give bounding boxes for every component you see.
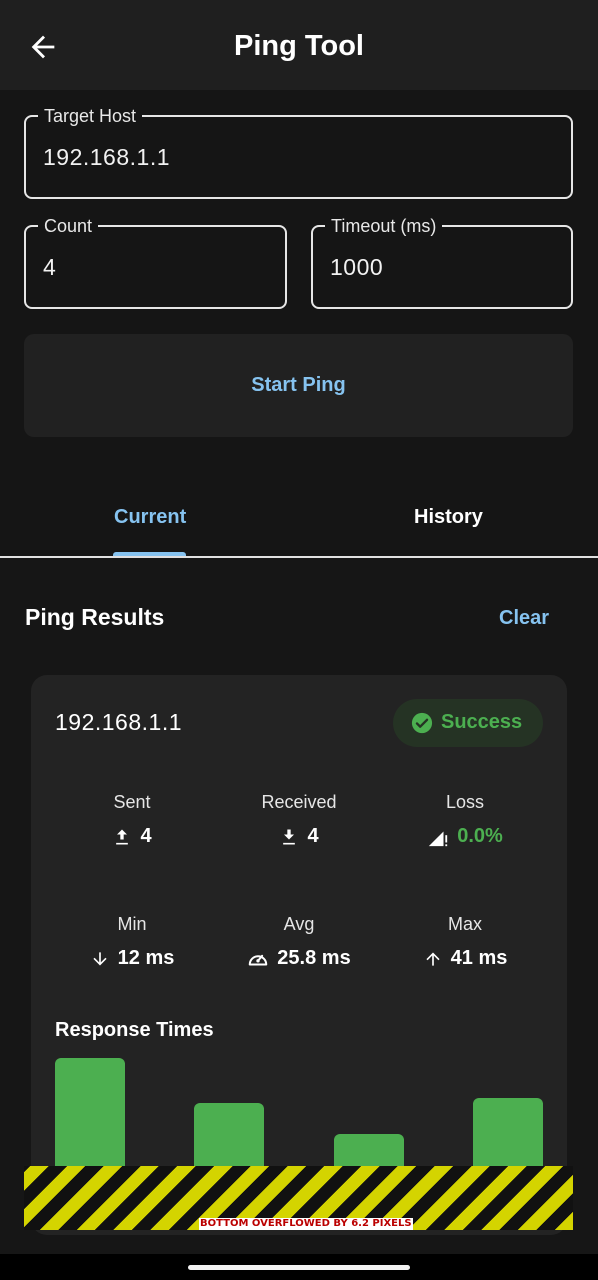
result-card: 192.168.1.1 Success Sent 4 Received 4 Lo…	[31, 675, 567, 1235]
results-title: Ping Results	[25, 604, 165, 630]
arrow-up-icon	[426, 952, 440, 966]
stat-loss: Loss 0.0%	[385, 792, 545, 848]
count-value[interactable]: 4	[43, 227, 56, 307]
start-ping-button[interactable]: Start Ping	[24, 334, 573, 437]
response-bar	[473, 1098, 543, 1166]
response-bar	[55, 1058, 125, 1166]
check-circle-icon	[411, 712, 433, 734]
tab-bar: Current History	[0, 484, 598, 558]
overflow-warning-text: BOTTOM OVERFLOWED BY 6.2 PIXELS	[199, 1218, 413, 1230]
page-title: Ping Tool	[234, 30, 364, 62]
tab-current[interactable]: Current	[114, 506, 186, 529]
response-bar	[334, 1134, 404, 1166]
status-text: Success	[441, 711, 523, 733]
home-indicator[interactable]	[188, 1265, 410, 1270]
stat-avg-value: 25.8 ms	[277, 947, 351, 969]
stat-max-label: Max	[447, 914, 482, 934]
speedometer-icon	[249, 954, 268, 966]
stat-loss-label: Loss	[445, 792, 485, 812]
stat-sent: Sent 4	[52, 792, 212, 848]
stat-sent-label: Sent	[113, 792, 151, 812]
stat-min: Min 12 ms	[52, 914, 212, 970]
clear-button[interactable]: Clear	[499, 607, 549, 630]
stat-avg-label: Avg	[283, 914, 315, 934]
arrow-down-icon	[93, 951, 107, 965]
upload-icon	[116, 829, 129, 844]
stat-max: Max 41 ms	[385, 914, 545, 970]
timeout-value[interactable]: 1000	[330, 227, 383, 307]
stat-received-label: Received	[261, 792, 337, 812]
stat-received-value: 4	[307, 825, 319, 847]
target-host-field[interactable]: Target Host 192.168.1.1	[24, 104, 573, 199]
count-field[interactable]: Count 4	[24, 214, 287, 309]
timeout-field[interactable]: Timeout (ms) 1000	[311, 214, 573, 309]
signal-alert-icon	[429, 831, 448, 846]
app-bar: Ping Tool	[0, 0, 598, 90]
stat-min-value: 12 ms	[117, 947, 175, 969]
stat-received: Received 4	[219, 792, 379, 848]
response-bar	[194, 1103, 264, 1166]
target-host-value[interactable]: 192.168.1.1	[43, 117, 170, 197]
stat-min-label: Min	[117, 914, 147, 934]
status-badge: Success	[393, 699, 543, 747]
result-host: 192.168.1.1	[55, 709, 183, 735]
tab-history[interactable]: History	[414, 506, 483, 529]
stat-avg: Avg 25.8 ms	[219, 914, 379, 970]
response-times-title: Response Times	[55, 1019, 214, 1041]
stat-max-value: 41 ms	[450, 947, 508, 969]
stat-sent-value: 4	[140, 825, 152, 847]
download-icon	[283, 829, 296, 844]
stat-loss-value: 0.0%	[457, 825, 503, 847]
